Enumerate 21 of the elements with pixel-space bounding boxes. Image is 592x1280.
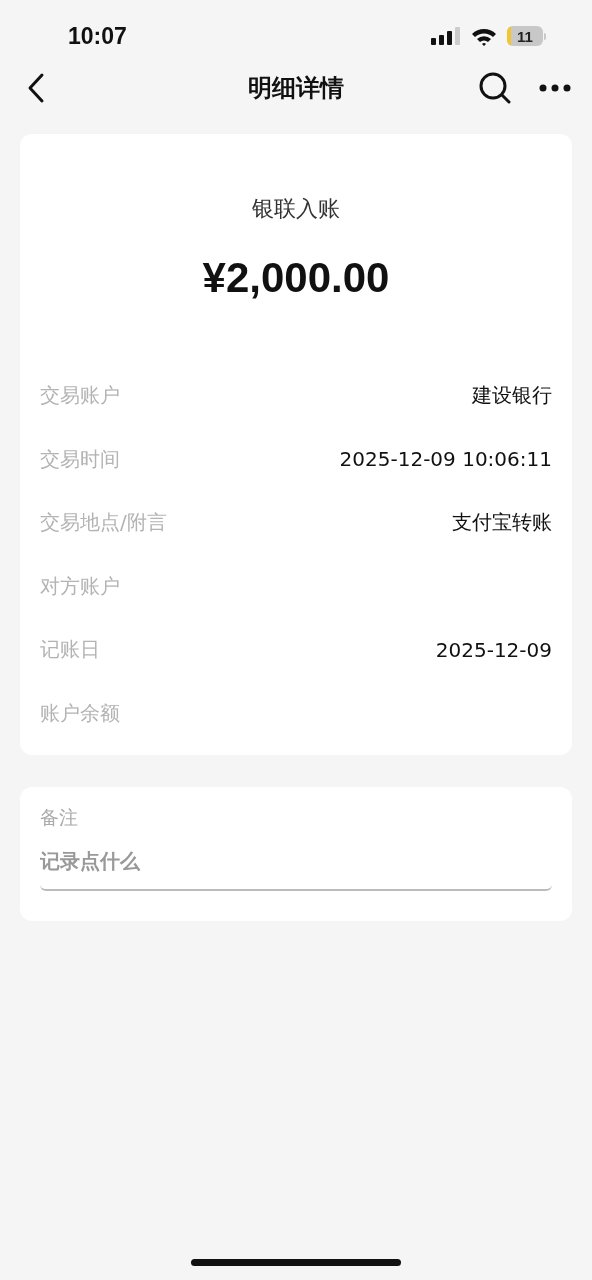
detail-value: 支付宝转账 xyxy=(452,509,552,537)
detail-label: 记账日 xyxy=(40,636,100,664)
transaction-type: 银联入账 xyxy=(251,195,341,223)
battery-icon: 11 xyxy=(507,26,546,46)
amount: ¥2,000.00 xyxy=(201,254,391,302)
detail-label: 账户余额 xyxy=(40,699,120,727)
detail-value: 2025-12-09 xyxy=(435,637,552,662)
detail-label: 交易时间 xyxy=(40,445,120,473)
more-button[interactable] xyxy=(538,83,572,93)
page-title: 明细详情 xyxy=(248,73,344,104)
detail-label: 交易地点/附言 xyxy=(40,509,167,537)
detail-value: 2025-12-09 10:06:11 xyxy=(339,447,552,472)
wifi-icon xyxy=(471,26,497,46)
detail-label: 交易账户 xyxy=(40,382,120,410)
search-button[interactable] xyxy=(478,71,512,105)
detail-value: 建设银行 xyxy=(472,382,552,410)
status-time: 10:07 xyxy=(68,22,127,50)
signal-icon xyxy=(431,27,461,45)
note-label: 备注 xyxy=(40,805,79,830)
back-button[interactable] xyxy=(26,72,46,104)
detail-label: 对方账户 xyxy=(40,572,120,600)
